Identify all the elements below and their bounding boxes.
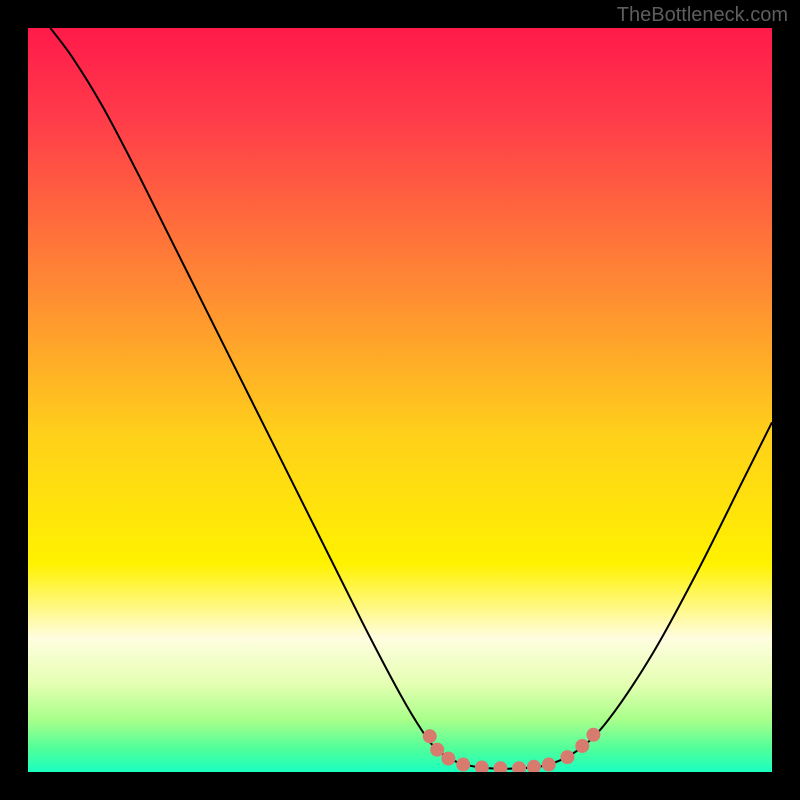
highlight-dot — [542, 758, 556, 772]
highlight-dot — [423, 729, 437, 743]
highlight-dot — [586, 728, 600, 742]
highlight-dot — [430, 743, 444, 757]
chart-plot-area — [28, 28, 772, 772]
watermark-text: TheBottleneck.com — [617, 4, 788, 27]
gradient-background — [28, 28, 772, 772]
highlight-dot — [575, 739, 589, 753]
highlight-dot — [560, 750, 574, 764]
highlight-dot — [441, 752, 455, 766]
highlight-dot — [456, 758, 470, 772]
bottleneck-chart — [28, 28, 772, 772]
